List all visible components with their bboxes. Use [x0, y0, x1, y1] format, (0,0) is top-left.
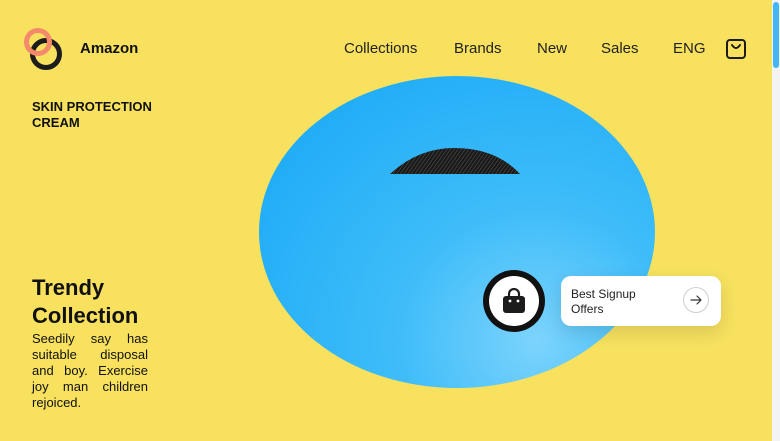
offer-arrow-button[interactable]: [683, 287, 709, 313]
offer-label: Best Signup Offers: [571, 287, 636, 316]
shopping-bag-icon: [726, 39, 746, 59]
shopping-bag-icon: [503, 288, 525, 313]
shop-button[interactable]: [483, 270, 545, 332]
hero-image: [259, 76, 655, 388]
nav-item-collections[interactable]: Collections: [344, 40, 417, 57]
collection-title: Trendy Collection: [32, 275, 139, 328]
main-nav: Collections Brands New Sales ENG: [0, 40, 780, 60]
product-shape: [390, 148, 520, 174]
shop-button-inner: [489, 276, 539, 326]
nav-item-new[interactable]: New: [537, 40, 567, 57]
cart-button[interactable]: [725, 38, 747, 60]
collection-description: Seedily say has suitable disposal and bo…: [32, 331, 148, 410]
language-selector[interactable]: ENG: [673, 40, 706, 57]
page-scrollbar[interactable]: [772, 0, 780, 441]
arrow-right-icon: [690, 295, 702, 305]
nav-item-brands[interactable]: Brands: [454, 40, 502, 57]
signup-offer-card[interactable]: Best Signup Offers: [561, 276, 721, 326]
hero-headline: SKIN PROTECTION CREAM: [32, 99, 152, 130]
nav-item-sales[interactable]: Sales: [601, 40, 639, 57]
